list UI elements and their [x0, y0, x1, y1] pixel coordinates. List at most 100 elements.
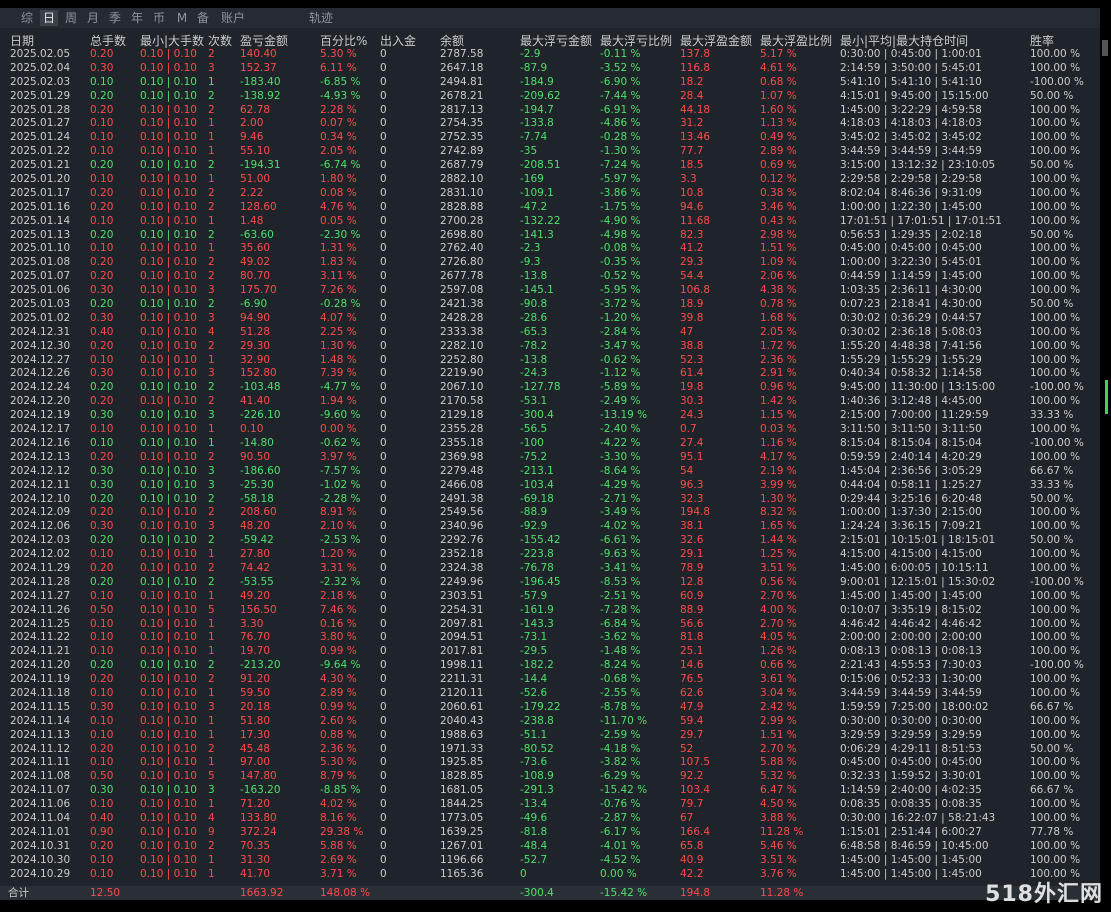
column-header-8[interactable]: 最大浮亏金额 — [520, 32, 592, 49]
tab-3[interactable]: 月 — [84, 10, 102, 26]
table-row[interactable]: 2025.01.21 0.20 0.10 | 0.10 2 -194.31 -6.74 %… — [0, 159, 1100, 173]
table-row[interactable]: 2024.12.16 0.10 0.10 | 0.10 1 -14.80 -0.62 % 0… — [0, 437, 1100, 451]
column-header-12[interactable]: 最小|平均|最大持仓时间 — [840, 32, 968, 49]
column-header-13[interactable]: 胜率 — [1030, 32, 1054, 49]
table-row[interactable]: 2024.11.12 0.20 0.10 | 0.10 2 45.48 2.36 % 0 19… — [0, 743, 1100, 757]
tab-10[interactable]: 轨迹 — [306, 10, 336, 26]
table-row[interactable]: 2024.12.02 0.10 0.10 | 0.10 1 27.80 1.20 % 0 23… — [0, 548, 1100, 562]
table-row[interactable]: 2024.12.17 0.10 0.10 | 0.10 1 0.10 0.00 % 0 235… — [0, 423, 1100, 437]
cell-col-11: 5.17 % — [760, 48, 797, 60]
cell-col-7: 2687.79 — [440, 159, 484, 172]
table-row[interactable]: 2025.02.05 0.20 0.10 | 0.10 2 140.40 5.30 % 0 2… — [0, 48, 1100, 62]
cell-col-3: 2 — [208, 742, 215, 755]
table-row[interactable]: 2024.11.01 0.90 0.10 | 0.10 9 372.24 29.38 % 0… — [0, 826, 1100, 840]
tab-7[interactable]: M — [174, 10, 190, 26]
table-row[interactable]: 2024.12.06 0.30 0.10 | 0.10 3 48.20 2.10 % 0 23… — [0, 520, 1100, 534]
table-row[interactable]: 2025.01.17 0.20 0.10 | 0.10 2 2.22 0.08 % 0 283… — [0, 187, 1100, 201]
table-row[interactable]: 2024.11.06 0.10 0.10 | 0.10 1 71.20 4.02 % 0 18… — [0, 798, 1100, 812]
table-row[interactable]: 2025.01.13 0.20 0.10 | 0.10 2 -63.60 -2.30 % 0… — [0, 229, 1100, 243]
table-row[interactable]: 2025.01.24 0.10 0.10 | 0.10 1 9.46 0.34 % 0 275… — [0, 131, 1100, 145]
cell-col-3: 2 — [208, 381, 215, 394]
table-row[interactable]: 2024.12.24 0.20 0.10 | 0.10 2 -103.48 -4.77 %… — [0, 381, 1100, 395]
table-row[interactable]: 2024.11.22 0.10 0.10 | 0.10 1 76.70 3.80 % 0 20… — [0, 631, 1100, 645]
column-header-7[interactable]: 余额 — [440, 32, 464, 49]
table-row[interactable]: 2024.10.29 0.10 0.10 | 0.10 1 41.70 3.71 % 0 11… — [0, 868, 1100, 882]
column-header-9[interactable]: 最大浮亏比例 — [600, 32, 672, 49]
table-row[interactable]: 2024.11.15 0.30 0.10 | 0.10 3 20.18 0.99 % 0 20… — [0, 701, 1100, 715]
table-row[interactable]: 2024.11.25 0.10 0.10 | 0.10 1 3.30 0.16 % 0 209… — [0, 618, 1100, 632]
cell-col-1: 0.10 — [90, 117, 114, 130]
table-row[interactable]: 2024.12.20 0.20 0.10 | 0.10 2 41.40 1.94 % 0 21… — [0, 395, 1100, 409]
cell-col-3: 2 — [208, 534, 215, 547]
table-row[interactable]: 2024.11.11 0.10 0.10 | 0.10 1 97.00 5.30 % 0 19… — [0, 756, 1100, 770]
table-row[interactable]: 2025.01.28 0.20 0.10 | 0.10 2 62.78 2.28 % 0 28… — [0, 104, 1100, 118]
cell-col-0: 2025.01.07 — [10, 270, 71, 283]
tab-1[interactable]: 日 — [40, 10, 58, 26]
table-row[interactable]: 2024.11.04 0.40 0.10 | 0.10 4 133.80 8.16 % 0 1… — [0, 812, 1100, 826]
table-row[interactable]: 2024.12.10 0.20 0.10 | 0.10 2 -58.18 -2.28 % 0… — [0, 493, 1100, 507]
table-row[interactable]: 2024.10.30 0.10 0.10 | 0.10 1 31.30 2.69 % 0 11… — [0, 854, 1100, 868]
column-header-11[interactable]: 最大浮盈比例 — [760, 32, 832, 49]
column-header-2[interactable]: 最小|大手数 — [140, 32, 204, 49]
column-header-10[interactable]: 最大浮盈金额 — [680, 32, 752, 49]
tab-8[interactable]: 备 — [194, 10, 212, 26]
table-row[interactable]: 2025.01.03 0.20 0.10 | 0.10 2 -6.90 -0.28 % 0 2… — [0, 298, 1100, 312]
table-row[interactable]: 2025.01.27 0.10 0.10 | 0.10 1 2.00 0.07 % 0 275… — [0, 117, 1100, 131]
column-header-0[interactable]: 日期 — [10, 32, 34, 49]
tab-5[interactable]: 年 — [128, 10, 146, 26]
tab-0[interactable]: 综 — [18, 10, 36, 26]
table-row[interactable]: 2025.01.14 0.10 0.10 | 0.10 1 1.48 0.05 % 0 270… — [0, 215, 1100, 229]
table-row[interactable]: 2024.11.26 0.50 0.10 | 0.10 5 156.50 7.46 % 0 2… — [0, 604, 1100, 618]
table-row[interactable]: 2024.10.31 0.20 0.10 | 0.10 2 70.35 5.88 % 0 12… — [0, 840, 1100, 854]
cell-col-0: 2024.11.12 — [10, 742, 71, 755]
cell-col-3: 1 — [208, 867, 215, 880]
table-row[interactable]: 2024.11.29 0.20 0.10 | 0.10 2 74.42 3.31 % 0 23… — [0, 562, 1100, 576]
table-row[interactable]: 2024.11.08 0.50 0.10 | 0.10 5 147.80 8.79 % 0 1… — [0, 770, 1100, 784]
table-row[interactable]: 2024.12.13 0.20 0.10 | 0.10 2 90.50 3.97 % 0 23… — [0, 451, 1100, 465]
table-row[interactable]: 2025.01.07 0.20 0.10 | 0.10 2 80.70 3.11 % 0 26… — [0, 270, 1100, 284]
table-row[interactable]: 2024.11.19 0.20 0.10 | 0.10 2 91.20 4.30 % 0 22… — [0, 673, 1100, 687]
column-header-6[interactable]: 出入金 — [380, 32, 416, 49]
table-row[interactable]: 2025.01.10 0.10 0.10 | 0.10 1 35.60 1.31 % 0 27… — [0, 242, 1100, 256]
table-row[interactable]: 2024.11.14 0.10 0.10 | 0.10 1 51.80 2.60 % 0 20… — [0, 715, 1100, 729]
table-row[interactable]: 2025.01.06 0.30 0.10 | 0.10 3 175.70 7.26 % 0 2… — [0, 284, 1100, 298]
table-row[interactable]: 2024.12.12 0.30 0.10 | 0.10 3 -186.60 -7.57 %… — [0, 465, 1100, 479]
table-row[interactable]: 2024.11.20 0.20 0.10 | 0.10 2 -213.20 -9.64 %… — [0, 659, 1100, 673]
cell-col-7: 1988.63 — [440, 728, 484, 741]
table-row[interactable]: 2024.11.28 0.20 0.10 | 0.10 2 -53.55 -2.32 % 0… — [0, 576, 1100, 590]
table-row[interactable]: 2024.12.11 0.30 0.10 | 0.10 3 -25.30 -1.02 % 0… — [0, 479, 1100, 493]
tab-6[interactable]: 币 — [150, 10, 168, 26]
table-row[interactable]: 2024.12.03 0.20 0.10 | 0.10 2 -59.42 -2.53 % 0… — [0, 534, 1100, 548]
scrollbar-thumb[interactable] — [1102, 40, 1108, 56]
table-row[interactable]: 2025.01.02 0.30 0.10 | 0.10 3 94.90 4.07 % 0 24… — [0, 312, 1100, 326]
table-row[interactable]: 2024.11.18 0.10 0.10 | 0.10 1 59.50 2.89 % 0 21… — [0, 687, 1100, 701]
column-header-5[interactable]: 百分比% — [320, 32, 367, 49]
table-row[interactable]: 2024.11.13 0.10 0.10 | 0.10 1 17.30 0.88 % 0 19… — [0, 729, 1100, 743]
table-row[interactable]: 2024.11.07 0.30 0.10 | 0.10 3 -163.20 -8.85 %… — [0, 784, 1100, 798]
table-row[interactable]: 2024.12.31 0.40 0.10 | 0.10 4 51.28 2.25 % 0 23… — [0, 326, 1100, 340]
table-row[interactable]: 2025.01.16 0.20 0.10 | 0.10 2 128.60 4.76 % 0 2… — [0, 201, 1100, 215]
column-header-3[interactable]: 次数 — [208, 32, 232, 49]
summary-max-drawdown: -300.4 — [520, 887, 554, 899]
table-row[interactable]: 2024.12.09 0.20 0.10 | 0.10 2 208.60 8.91 % 0 2… — [0, 506, 1100, 520]
table-row[interactable]: 2025.01.20 0.10 0.10 | 0.10 1 51.00 1.80 % 0 28… — [0, 173, 1100, 187]
table-row[interactable]: 2024.11.27 0.10 0.10 | 0.10 1 49.20 2.18 % 0 23… — [0, 590, 1100, 604]
vertical-scrollbar[interactable] — [1100, 0, 1111, 912]
table-row[interactable]: 2024.12.19 0.30 0.10 | 0.10 3 -226.10 -9.60 %… — [0, 409, 1100, 423]
tab-9[interactable]: 账户 — [218, 10, 248, 26]
table-row[interactable]: 2025.02.04 0.30 0.10 | 0.10 3 152.37 6.11 % 0 2… — [0, 62, 1100, 76]
tab-4[interactable]: 季 — [106, 10, 124, 26]
table-row[interactable]: 2024.12.30 0.20 0.10 | 0.10 2 29.30 1.30 % 0 22… — [0, 340, 1100, 354]
table-row[interactable]: 2024.12.27 0.10 0.10 | 0.10 1 32.90 1.48 % 0 22… — [0, 354, 1100, 368]
table-row[interactable]: 2024.12.26 0.30 0.10 | 0.10 3 152.80 7.39 % 0 2… — [0, 367, 1100, 381]
column-header-4[interactable]: 盈亏金额 — [240, 32, 288, 49]
tab-2[interactable]: 周 — [62, 10, 80, 26]
table-row[interactable]: 2025.01.08 0.20 0.10 | 0.10 2 49.02 1.83 % 0 27… — [0, 256, 1100, 270]
cell-col-12: 2:14:59 | 3:50:00 | 5:45:01 — [840, 61, 982, 74]
table-row[interactable]: 2025.02.03 0.10 0.10 | 0.10 1 -183.40 -6.85 %… — [0, 76, 1100, 90]
column-header-1[interactable]: 总手数 — [90, 32, 126, 49]
table-row[interactable]: 2025.01.22 0.10 0.10 | 0.10 1 55.10 2.05 % 0 27… — [0, 145, 1100, 159]
table-row[interactable]: 2024.11.21 0.10 0.10 | 0.10 1 19.70 0.99 % 0 20… — [0, 645, 1100, 659]
cell-col-1: 0.10 — [90, 436, 114, 449]
table-row[interactable]: 2025.01.29 0.20 0.10 | 0.10 2 -138.92 -4.93 %… — [0, 90, 1100, 104]
